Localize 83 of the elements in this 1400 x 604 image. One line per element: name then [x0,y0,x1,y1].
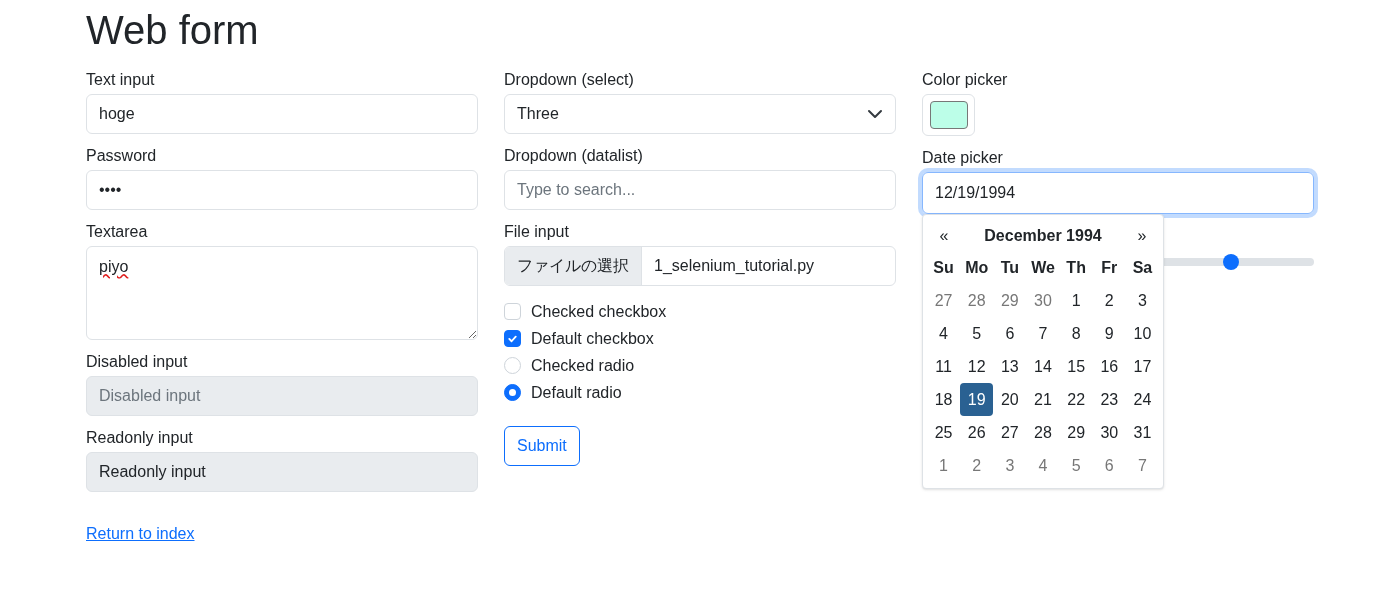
calendar-day[interactable]: 22 [1059,383,1093,416]
weekday-header: Tu [999,257,1021,278]
field-label: Textarea [86,222,148,242]
field-label: Dropdown (datalist) [504,146,643,166]
calendar-day[interactable]: 2 [1092,284,1126,317]
field-label: Date picker [922,148,1003,168]
calendar-day[interactable]: 4 [1026,449,1060,482]
textarea-field[interactable]: piyo [86,246,478,340]
field-label: Text input [86,70,155,90]
datalist-field[interactable]: Type to search... [504,170,896,210]
field-label: Disabled input [86,352,188,372]
calendar-day[interactable]: 5 [1059,449,1093,482]
weekday-header: Su [932,257,955,278]
calendar-day[interactable]: 13 [993,350,1027,383]
return-link[interactable]: Return to index [86,522,195,546]
range-thumb[interactable] [1222,254,1239,270]
option-label: Default checkbox [531,328,654,349]
calendar-day[interactable]: 29 [1059,416,1093,449]
checkbox[interactable] [504,330,521,347]
option-label: Checked radio [531,355,635,376]
option-label: Default radio [531,382,622,403]
field-label: File input [504,222,569,242]
weekday-header: Sa [1131,257,1154,278]
calendar-day[interactable]: 17 [1125,350,1159,383]
calendar-day[interactable]: 7 [1026,317,1060,350]
field-label: Password [86,146,157,166]
calendar-day[interactable]: 24 [1125,383,1159,416]
calendar-day[interactable]: 6 [993,317,1027,350]
weekday-header: Th [1065,257,1087,278]
calendar-day[interactable]: 1 [927,449,961,482]
weekday-header: Fr [1100,257,1119,278]
field-label: Dropdown (select) [504,70,634,90]
checkmark-icon [507,333,518,344]
calendar-day[interactable]: 27 [993,416,1027,449]
calendar-day[interactable]: 28 [960,284,994,317]
calendar-day[interactable]: 14 [1026,350,1060,383]
calendar-day[interactable]: 8 [1059,317,1093,350]
choose-file-button[interactable]: ファイルの選択 [505,247,642,285]
calendar-day[interactable]: 7 [1125,449,1159,482]
calendar-day[interactable]: 3 [993,449,1027,482]
calendar-day[interactable]: 9 [1092,317,1126,350]
text-input-field[interactable]: hoge [86,94,478,134]
calendar-day[interactable]: 3 [1125,284,1159,317]
calendar-day[interactable]: 2 [960,449,994,482]
calendar-day[interactable]: 25 [927,416,961,449]
calendar-day[interactable]: 26 [960,416,994,449]
calendar-day[interactable]: 19 [960,383,994,416]
file-input-field[interactable]: ファイルの選択 1_selenium_tutorial.py [504,246,896,286]
radio-button[interactable] [504,384,521,401]
password-field[interactable]: •••• [86,170,478,210]
calendar-day[interactable]: 27 [927,284,961,317]
calendar-day[interactable]: 5 [960,317,994,350]
calendar-day[interactable]: 28 [1026,416,1060,449]
calendar-day[interactable]: 18 [927,383,961,416]
calendar-day[interactable]: 6 [1092,449,1126,482]
weekday-header: Mo [964,257,990,278]
calendar-day[interactable]: 29 [993,284,1027,317]
calendar-day[interactable]: 31 [1125,416,1159,449]
page-title: Web form [86,7,259,54]
next-month-button[interactable]: » [1125,224,1159,248]
field-label: Readonly input [86,428,193,448]
field-label: Color picker [922,70,1008,90]
calendar-day[interactable]: 30 [1092,416,1126,449]
calendar-day[interactable]: 20 [993,383,1027,416]
calendar-day[interactable]: 21 [1026,383,1060,416]
calendar-day[interactable]: 1 [1059,284,1093,317]
calendar-day[interactable]: 15 [1059,350,1093,383]
calendar-day[interactable]: 23 [1092,383,1126,416]
select-dropdown[interactable]: Three [504,94,896,134]
calendar-day[interactable]: 11 [927,350,961,383]
calendar-day[interactable]: 16 [1092,350,1126,383]
readonly-input-field[interactable]: Readonly input [86,452,478,492]
month-title: December 1994 [984,226,1102,246]
calendar-day[interactable]: 10 [1125,317,1159,350]
calendar-day[interactable]: 12 [960,350,994,383]
option-label: Checked checkbox [531,301,667,322]
weekday-header: We [1030,257,1056,278]
file-name: 1_selenium_tutorial.py [653,256,816,276]
previous-month-button[interactable]: « [927,224,961,248]
calendar-day[interactable]: 4 [927,317,961,350]
calendar-day[interactable]: 30 [1026,284,1060,317]
color-picker[interactable] [922,94,975,136]
submit-button[interactable]: Submit [504,426,580,466]
